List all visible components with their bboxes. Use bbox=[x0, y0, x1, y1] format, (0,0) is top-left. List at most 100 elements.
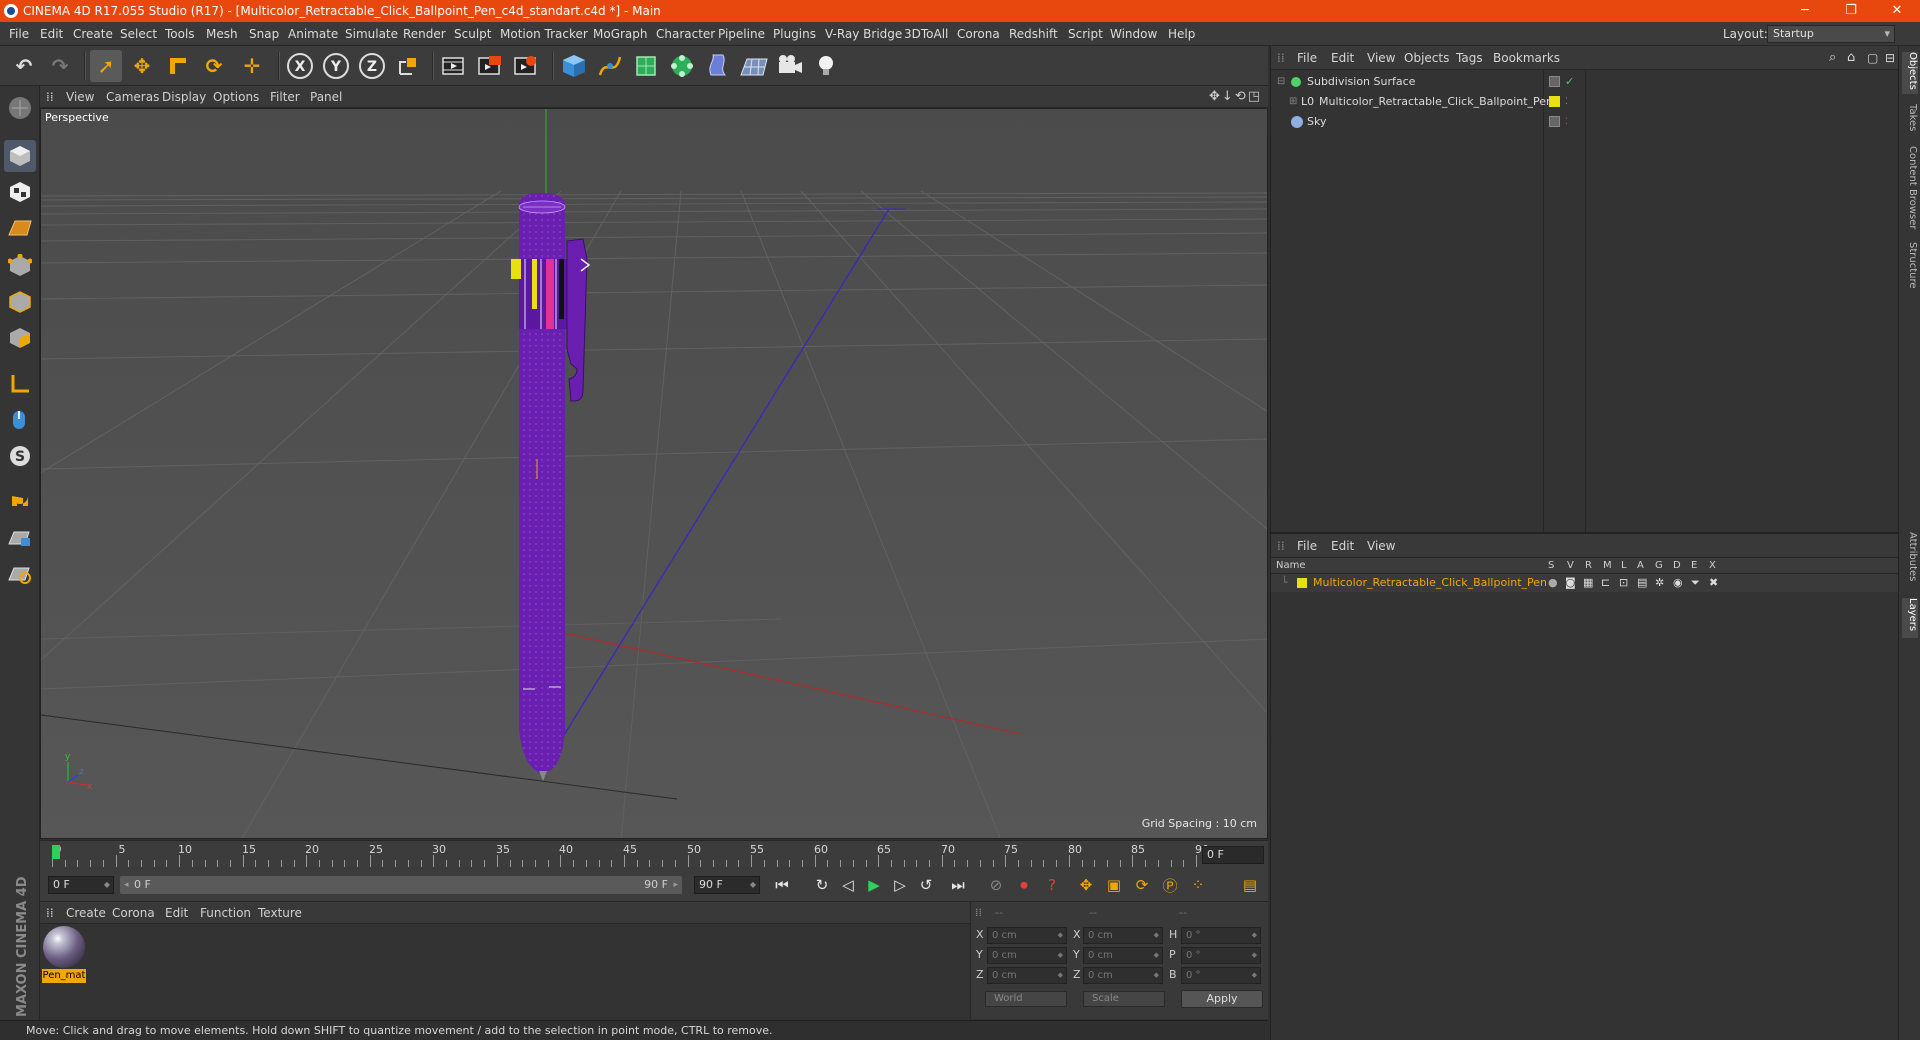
mat-menu-icon[interactable]: ⁞⁞ bbox=[46, 902, 54, 924]
record-active-icon[interactable]: ⏺ bbox=[1012, 874, 1036, 896]
model-mode-icon[interactable] bbox=[4, 140, 36, 172]
om-menu-view[interactable]: View bbox=[1367, 46, 1395, 70]
col-generators[interactable]: G bbox=[1655, 558, 1663, 574]
make-editable-icon[interactable] bbox=[4, 92, 36, 124]
viewport-perspective[interactable]: y x z Perspective Grid Spacing : 10 cm bbox=[40, 108, 1268, 839]
vp-menu-display[interactable]: Display bbox=[162, 86, 206, 108]
editor-visibility-icon[interactable] bbox=[1549, 116, 1560, 127]
om-new-view-icon[interactable]: ▢ bbox=[1867, 46, 1878, 70]
menu-window[interactable]: Window bbox=[1110, 22, 1157, 46]
deformer-icon[interactable] bbox=[702, 50, 734, 82]
col-solo[interactable]: S bbox=[1548, 558, 1554, 574]
coord-pos-y-field[interactable]: 0 cm bbox=[987, 947, 1067, 964]
mat-menu-corona[interactable]: Corona bbox=[112, 902, 155, 924]
coord-size-z-field[interactable]: 0 cm bbox=[1083, 967, 1163, 984]
layer-expressions-icon[interactable]: ⏷ bbox=[1691, 574, 1700, 592]
snap-icon[interactable]: S bbox=[4, 440, 36, 472]
menu-create[interactable]: Create bbox=[73, 22, 113, 46]
y-axis-icon[interactable]: Y bbox=[320, 50, 352, 82]
mat-menu-texture[interactable]: Texture bbox=[258, 902, 302, 924]
col-lock[interactable]: L bbox=[1621, 558, 1627, 574]
next-key-icon[interactable]: ↺ bbox=[914, 874, 938, 896]
editor-visibility-icon[interactable] bbox=[1549, 76, 1560, 87]
menu-plugins[interactable]: Plugins bbox=[773, 22, 816, 46]
camera-icon[interactable] bbox=[774, 50, 806, 82]
end-frame-field[interactable]: 90 F bbox=[694, 876, 760, 894]
visibility-dots-icon[interactable]: ⁚ bbox=[1565, 92, 1568, 112]
tab-attributes[interactable]: Attributes bbox=[1902, 532, 1918, 590]
om-search-icon[interactable]: ⌕ bbox=[1829, 46, 1836, 70]
subdivision-icon[interactable] bbox=[630, 50, 662, 82]
om-menu-icon[interactable]: ⁞⁞ bbox=[1277, 46, 1285, 70]
cube-icon[interactable] bbox=[558, 50, 590, 82]
expand-icon[interactable]: ⊞ bbox=[1289, 92, 1297, 112]
menu-redshift[interactable]: Redshift bbox=[1009, 22, 1058, 46]
menu-mesh[interactable]: Mesh bbox=[206, 22, 238, 46]
layer-animation-icon[interactable]: ▤ bbox=[1637, 574, 1647, 592]
vp-menu-filter[interactable]: Filter bbox=[270, 86, 300, 108]
edit-render-settings-icon[interactable] bbox=[510, 50, 542, 82]
col-deformers[interactable]: D bbox=[1673, 558, 1681, 574]
menu-help[interactable]: Help bbox=[1168, 22, 1195, 46]
menu-3dtoall[interactable]: 3DToAll bbox=[904, 22, 948, 46]
workplane-icon[interactable] bbox=[4, 212, 36, 244]
menu-tools[interactable]: Tools bbox=[165, 22, 195, 46]
maximize-button[interactable]: ❐ bbox=[1828, 0, 1874, 22]
om-home-icon[interactable]: ⌂ bbox=[1847, 46, 1855, 70]
col-animation[interactable]: A bbox=[1637, 558, 1644, 574]
col-xref[interactable]: X bbox=[1709, 558, 1716, 574]
select-icon[interactable]: ➚ bbox=[90, 50, 122, 82]
layer-lock-icon[interactable]: ⊡ bbox=[1619, 574, 1628, 592]
tab-content-browser[interactable]: Content Browser bbox=[1902, 146, 1918, 230]
lm-menu-file[interactable]: File bbox=[1297, 534, 1317, 558]
x-axis-icon[interactable]: X bbox=[284, 50, 316, 82]
next-frame-icon[interactable]: ▷ bbox=[888, 874, 912, 896]
preview-range-slider[interactable]: ◂ 0 F 90 F ▸ bbox=[120, 876, 682, 894]
layer-xref-icon[interactable]: ✖ bbox=[1709, 574, 1718, 592]
key-pla-icon[interactable]: ⁘ bbox=[1186, 874, 1210, 896]
om-menu-file[interactable]: File bbox=[1297, 46, 1317, 70]
frame-ruler[interactable]: 051015202530354045505560657075808590 bbox=[52, 843, 1209, 867]
vp-menu-options[interactable]: Options bbox=[213, 86, 259, 108]
edges-mode-icon[interactable] bbox=[4, 286, 36, 318]
live-select-icon[interactable]: ✛ bbox=[236, 50, 268, 82]
key-position-icon[interactable]: ✥ bbox=[1074, 874, 1098, 896]
menu-snap[interactable]: Snap bbox=[249, 22, 279, 46]
tab-layers[interactable]: Layers bbox=[1902, 598, 1918, 638]
lm-menu-edit[interactable]: Edit bbox=[1331, 534, 1354, 558]
object-row-subdivision-surface[interactable]: ⊟ Subdivision Surface ✓ bbox=[1271, 72, 1899, 92]
layer-color-swatch[interactable] bbox=[1297, 578, 1307, 588]
om-menu-bookmarks[interactable]: Bookmarks bbox=[1493, 46, 1560, 70]
vp-menu-icon[interactable]: ⁞⁞ bbox=[46, 86, 54, 108]
menu-animate[interactable]: Animate bbox=[288, 22, 338, 46]
minimize-button[interactable]: ─ bbox=[1782, 0, 1828, 22]
planar-workplane-icon[interactable] bbox=[4, 558, 36, 590]
coordinate-system-icon[interactable] bbox=[392, 50, 424, 82]
tweak-mode-icon[interactable] bbox=[4, 404, 36, 436]
layout-select[interactable]: Startup bbox=[1767, 25, 1895, 43]
key-parameter-icon[interactable]: Ⓟ bbox=[1158, 874, 1182, 896]
material-name[interactable]: Pen_mat bbox=[42, 969, 86, 983]
vp-menu-cameras[interactable]: Cameras bbox=[106, 86, 159, 108]
menu-motion-tracker[interactable]: Motion Tracker bbox=[500, 22, 588, 46]
menu-sculpt[interactable]: Sculpt bbox=[454, 22, 491, 46]
coord-rot-b-field[interactable]: 0 ° bbox=[1181, 967, 1261, 984]
lm-menu-icon[interactable]: ⁞⁞ bbox=[1277, 534, 1285, 558]
collapse-icon[interactable]: ⊟ bbox=[1277, 72, 1285, 92]
coord-rot-h-field[interactable]: 0 ° bbox=[1181, 927, 1261, 944]
object-name[interactable]: Sky bbox=[1307, 112, 1326, 132]
col-manager[interactable]: M bbox=[1603, 558, 1612, 574]
material-preview[interactable] bbox=[43, 926, 85, 968]
layer-generators-icon[interactable]: ✲ bbox=[1655, 574, 1664, 592]
magnet-icon[interactable] bbox=[4, 486, 36, 518]
light-icon[interactable] bbox=[810, 50, 842, 82]
col-name[interactable]: Name bbox=[1276, 558, 1306, 574]
mat-menu-function[interactable]: Function bbox=[200, 902, 251, 924]
play-icon[interactable]: ▶ bbox=[862, 874, 886, 896]
om-menu-objects[interactable]: Objects bbox=[1404, 46, 1449, 70]
menu-character[interactable]: Character bbox=[656, 22, 715, 46]
coord-pos-z-field[interactable]: 0 cm bbox=[987, 967, 1067, 984]
layer-render-icon[interactable]: ▦ bbox=[1583, 574, 1593, 592]
floor-icon[interactable] bbox=[738, 50, 770, 82]
array-icon[interactable] bbox=[666, 50, 698, 82]
